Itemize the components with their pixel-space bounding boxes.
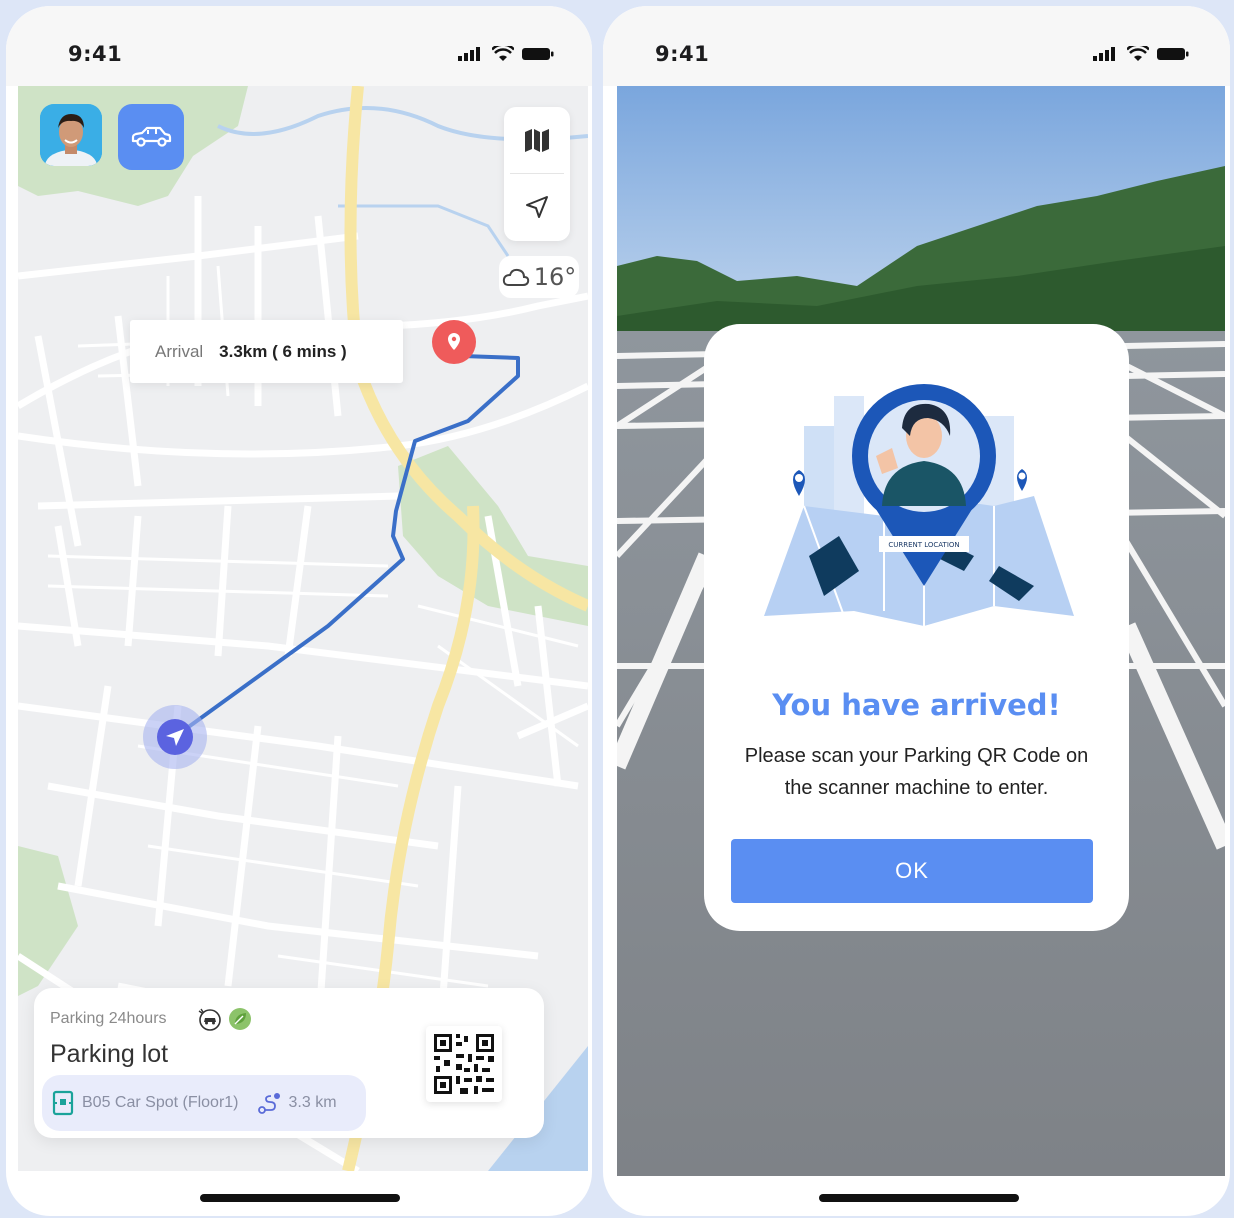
leaf-badge-icon	[229, 1008, 251, 1030]
car-badge-icon	[198, 1008, 221, 1031]
modal-message: Please scan your Parking QR Code on the …	[714, 740, 1119, 804]
battery-icon	[1157, 48, 1189, 60]
modal-message-line2: the scanner machine to enter.	[784, 777, 1049, 799]
signal-icon	[458, 47, 480, 61]
recenter-button[interactable]	[504, 174, 570, 240]
arrival-value: 3.3km ( 6 mins )	[219, 341, 347, 361]
destination-pin-icon[interactable]	[431, 318, 477, 370]
status-bar: 9:41	[603, 6, 1230, 86]
weather-temp: 16°	[533, 263, 577, 291]
car-button[interactable]	[118, 104, 184, 170]
current-location-marker	[143, 705, 207, 769]
spot-distance: 3.3 km	[288, 1094, 337, 1111]
user-avatar[interactable]	[40, 104, 102, 166]
weather-chip: 16°	[499, 256, 579, 298]
battery-icon	[522, 48, 554, 60]
modal-message-line1: Please scan your Parking QR Code on	[744, 745, 1089, 767]
car-icon	[131, 126, 172, 147]
status-bar: 9:41	[6, 6, 592, 86]
navigate-icon	[526, 196, 548, 218]
wifi-icon	[1127, 46, 1149, 61]
spot-info: B05 Car Spot (Floor1) 3.3 km	[42, 1075, 366, 1131]
parking-title: Parking lot	[50, 1040, 169, 1068]
parking-type: Parking 24hours	[50, 1010, 167, 1027]
ok-button[interactable]: OK	[731, 839, 1093, 903]
qr-code-image	[434, 1034, 494, 1094]
cloud-icon	[502, 268, 529, 286]
signal-icon	[1093, 47, 1115, 61]
status-icons	[458, 46, 554, 62]
home-indicator	[200, 1194, 400, 1202]
spot-label: B05 Car Spot (Floor1)	[82, 1094, 239, 1111]
phone-left: 9:41 16° Arrival 3.3km (6 mins) Parkin…	[6, 6, 592, 1216]
route-icon	[257, 1093, 280, 1114]
arrival-info: Arrival 3.3km ( 6 mins )	[130, 320, 403, 383]
home-indicator	[819, 1194, 1019, 1202]
map-controls	[504, 107, 570, 241]
avatar-image	[40, 104, 102, 166]
map-layers-button[interactable]	[504, 107, 570, 173]
modal-title: You have arrived!	[772, 688, 1061, 722]
arrival-modal: CURRENT LOCATION You have arrived! Pleas…	[704, 324, 1129, 931]
phone-right: 9:41 CURRENT LOCATION You have arrived! …	[603, 6, 1230, 1216]
parking-badges	[197, 1007, 253, 1031]
wifi-icon	[492, 46, 514, 61]
parking-card[interactable]: Parking 24hours Parking lot B05 Car Spot…	[34, 988, 544, 1138]
map-icon	[525, 129, 549, 152]
status-time: 9:41	[68, 42, 123, 66]
status-icons	[1093, 46, 1189, 62]
arrival-label: Arrival	[155, 341, 204, 361]
arrival-illustration: CURRENT LOCATION	[764, 384, 1074, 626]
parking-spot-icon	[52, 1090, 74, 1116]
status-time: 9:41	[655, 42, 710, 66]
illustration-label: CURRENT LOCATION	[888, 541, 959, 549]
qr-code[interactable]	[426, 1026, 502, 1102]
